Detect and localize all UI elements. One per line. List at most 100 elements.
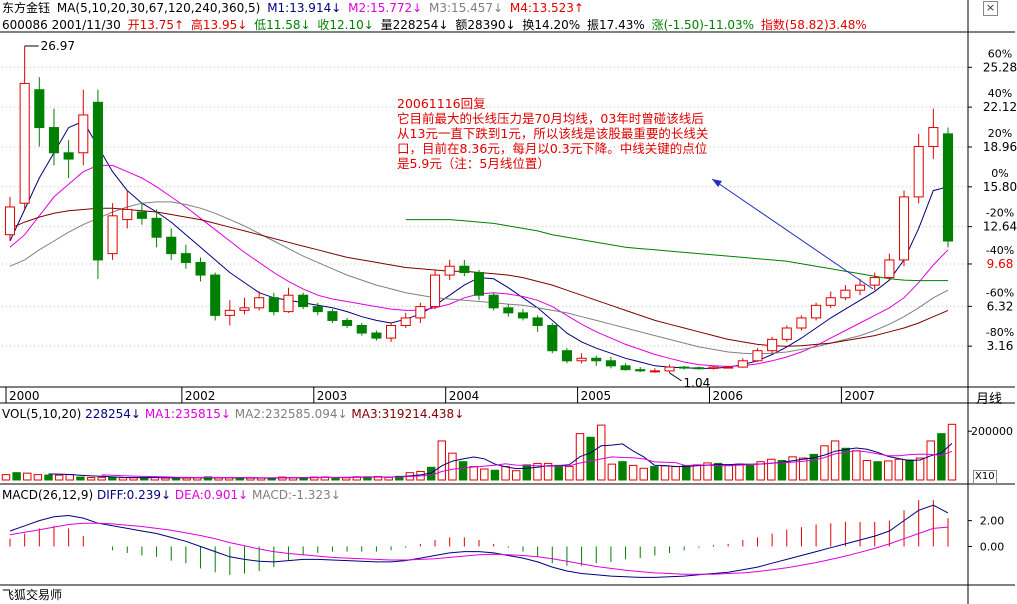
scale-label[interactable]: 月线 [976, 388, 1002, 407]
candle-body [781, 327, 792, 340]
candle-body [327, 311, 338, 321]
macd-chart [9, 500, 949, 578]
note-line: 20061116回复 [397, 96, 486, 111]
price-tick-label: 15.80 [983, 180, 1017, 194]
macd-panel-header: MACD(26,12,9) DIFF:0.239↓ DEA:0.901↓ MAC… [2, 488, 341, 502]
candle-body [78, 114, 89, 154]
pct-tick-label: -60% [986, 286, 1014, 299]
volume-bar [735, 463, 744, 481]
volume-bar [873, 461, 882, 481]
candle-body [576, 357, 587, 362]
volume-bar [692, 464, 702, 481]
volume-bar [12, 472, 21, 481]
low-marker-line [669, 372, 682, 382]
candle-body [796, 317, 807, 329]
candle-body [224, 309, 235, 316]
pct-tick-label: 40% [988, 87, 1012, 100]
candle-body [312, 306, 323, 313]
volume-bar [554, 464, 563, 481]
volume-bar [884, 460, 893, 481]
candle-body [19, 82, 30, 204]
volume-bar [384, 476, 393, 481]
candle-body [92, 101, 103, 261]
volume-bar [777, 459, 787, 481]
annotation-arrow [711, 178, 874, 290]
volume-bar [937, 433, 946, 481]
macd-value: MACD:-1.323↓ [252, 488, 341, 502]
macd-tick-label: 2.00 [980, 515, 1005, 528]
vol-unit-label[interactable]: X10 [973, 470, 997, 484]
candle-body [620, 365, 631, 371]
volume-bar [511, 470, 521, 481]
volume-bar [724, 464, 734, 481]
annotation-arrowhead [712, 179, 722, 187]
candle-body [342, 319, 353, 326]
volume-bar [65, 474, 74, 481]
macd-dea-line [9, 522, 949, 575]
vol-ma2: MA2:232585.094↓ [234, 407, 348, 421]
candle-body [166, 236, 177, 255]
note-line: 是5.9元（注：5月线位置） [397, 156, 550, 171]
candle-body [547, 324, 558, 352]
price-tick-label: 12.64 [983, 220, 1017, 234]
candle-body [517, 312, 529, 319]
volume-bar [639, 467, 648, 481]
candle-body [415, 306, 426, 319]
volume-bar [33, 474, 43, 481]
candle-body [400, 317, 411, 326]
vol-panel-header: VOL(5,10,20) 228254↓ MA1:235815↓ MA2:232… [2, 407, 464, 421]
volume-bar [171, 477, 181, 481]
candle-body [664, 366, 675, 372]
candle-body [649, 370, 660, 373]
candle-body [737, 360, 748, 368]
volume-bar [565, 466, 574, 481]
year-label: 2005 [581, 389, 612, 403]
vol-ma3: MA3:319214.438↓ [351, 407, 465, 421]
candle-body [840, 289, 851, 299]
candle-body [371, 332, 382, 339]
ma-line-ma10 [9, 164, 949, 368]
volume-bar [97, 476, 106, 481]
macd-dea: DEA:0.901↓ [174, 488, 249, 502]
volume-bar [915, 457, 925, 481]
price-tick-label: 3.16 [987, 339, 1014, 353]
volume-bar [86, 477, 96, 481]
annotation-note: 20061116回复 它目前最大的长线压力是70月均线，03年时曾碰该线后 从1… [397, 96, 797, 171]
candle-body [386, 324, 397, 339]
note-line: 它目前最大的长线压力是70月均线，03年时曾碰该线后 [397, 111, 704, 126]
candle-body [752, 350, 763, 362]
pct-tick-label: 0% [991, 167, 1008, 180]
candle-body [884, 259, 895, 279]
candle-body [708, 366, 719, 369]
volume-bar [852, 450, 861, 481]
volume-bar [469, 466, 478, 481]
price-axis: 25.2860% 22.1240% 18.9620% 15.800% 12.64-20%… [968, 47, 1017, 353]
pct-tick-label: -20% [986, 207, 1014, 220]
volume-bar [586, 436, 595, 481]
volume-bar [597, 424, 606, 481]
volume-bar [437, 440, 447, 481]
volume-bar [490, 469, 500, 481]
volume-bar [458, 461, 468, 481]
candle-body [473, 272, 485, 296]
candle-body [210, 274, 221, 316]
volume-bar [182, 477, 191, 481]
candle-body [4, 206, 16, 236]
volume-bars [1, 423, 957, 481]
year-label: 2007 [844, 389, 875, 403]
volume-bar [23, 472, 32, 481]
volume-bar [628, 464, 638, 481]
pct-tick-label: -40% [986, 244, 1014, 257]
price-tick-label: 18.96 [983, 140, 1017, 154]
volume-bar [44, 474, 53, 481]
volume-bar [660, 465, 670, 481]
low-marker-label: 1.04 [684, 376, 711, 390]
candle-body [503, 307, 514, 314]
volume-bar [448, 452, 457, 481]
candle-body [268, 297, 279, 313]
year-label: 2002 [185, 389, 216, 403]
candle-body [298, 294, 309, 308]
candle-body [34, 89, 45, 129]
volume-bar [745, 464, 755, 481]
volume-bar [522, 464, 532, 481]
